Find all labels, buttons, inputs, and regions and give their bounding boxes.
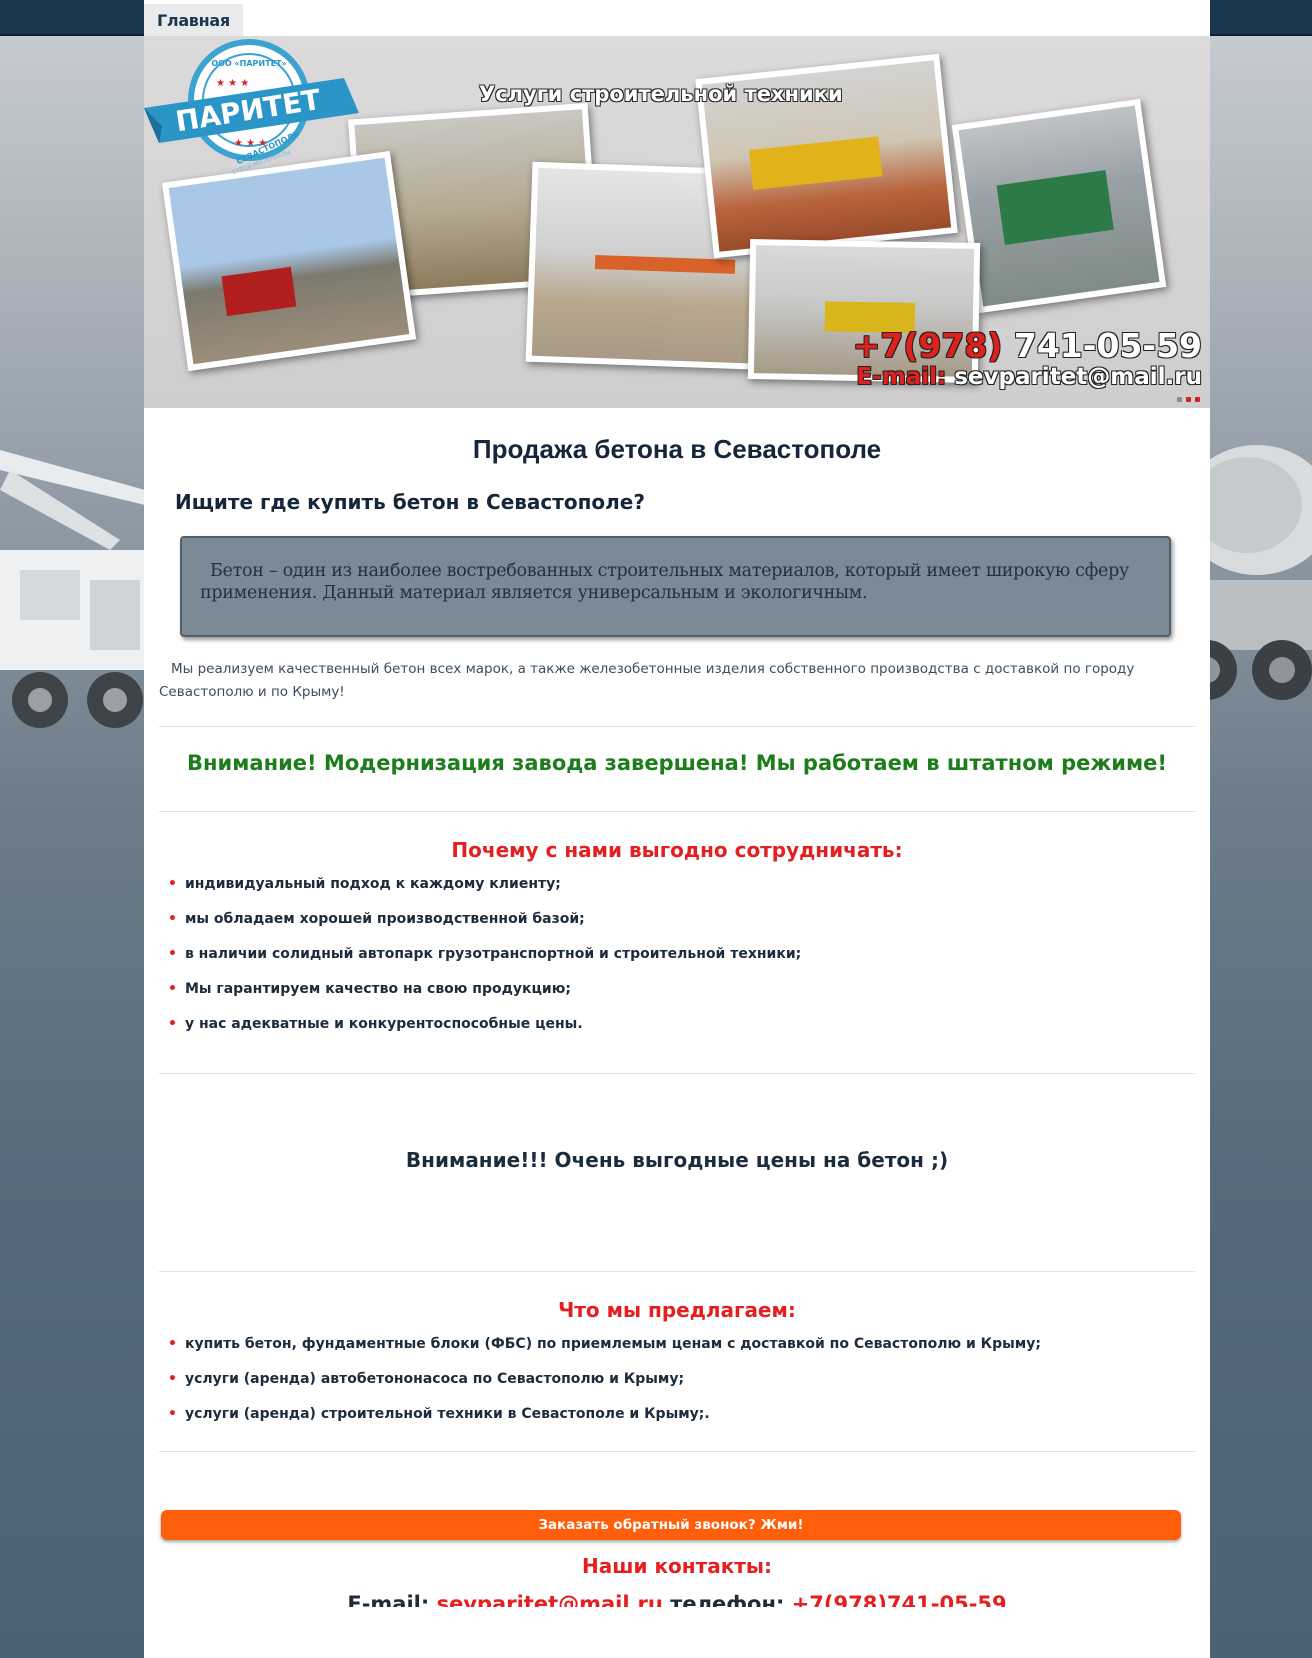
- contacts-phone-link[interactable]: +7(978)741-05-59: [792, 1592, 1007, 1607]
- slider-dot[interactable]: [1177, 397, 1182, 402]
- bullet-icon: •: [168, 875, 177, 892]
- list-item: • мы обладаем хорошей производственной ба…: [168, 910, 585, 927]
- bullet-icon: •: [168, 1335, 177, 1352]
- quote-box: Бетон – один из наиболее востребованных …: [180, 536, 1171, 637]
- offer-list: • купить бетон, фундаментные блоки (ФБС) …: [168, 1326, 1041, 1431]
- divider: [159, 1271, 1195, 1272]
- list-item: • в наличии солидный автопарк грузотрансп…: [168, 945, 802, 962]
- main-menu: Главная О нас Новости Продукция и услуги…: [144, 4, 1210, 36]
- list-item: • Мы гарантируем качество на свою продукц…: [168, 980, 571, 997]
- callback-button[interactable]: Заказать обратный звонок? Жми!: [161, 1510, 1181, 1540]
- slider-dots: [1177, 397, 1200, 402]
- menu-item-home[interactable]: Главная: [144, 4, 243, 36]
- slider-dot-active[interactable]: [1195, 397, 1200, 402]
- why-title: Почему с нами выгодно сотрудничать:: [451, 838, 903, 862]
- paritet-logo: ПАРИТЕТ ООО «ПАРИТЕТ» СЕВАСТОПОЛЬ СТРОЙ-…: [144, 39, 359, 176]
- banner-slogan: Услуги строительной техники: [479, 82, 843, 106]
- intro-paragraph: Мы реализуем качественный бетон всех мар…: [159, 661, 1135, 700]
- quote-text: Бетон – один из наиболее востребованных …: [200, 561, 1129, 603]
- list-item: • услуги (аренда) автобетононасоса по Сев…: [168, 1370, 685, 1387]
- banner-email-label: E-mail:: [856, 364, 947, 390]
- list-item: • у нас адекватные и конкурентоспособные …: [168, 1015, 583, 1032]
- offer-title: Что мы предлагаем:: [558, 1298, 796, 1322]
- divider: [159, 1451, 1195, 1452]
- divider: [159, 1073, 1195, 1074]
- concrete-pump-truck-image: [0, 430, 145, 790]
- notice-modernization: Внимание! Модернизация завода завершена!…: [187, 751, 1167, 775]
- banner-phone-number: 741-05-59: [1013, 326, 1202, 365]
- divider: [159, 811, 1195, 812]
- contacts-title: Наши контакты:: [582, 1554, 772, 1578]
- section-subtitle: Ищите где купить бетон в Севастополе?: [175, 490, 645, 514]
- divider: [159, 726, 1195, 727]
- header-banner: ПАРИТЕТ ООО «ПАРИТЕТ» СЕВАСТОПОЛЬ СТРОЙ-…: [144, 36, 1210, 408]
- banner-phone-code: +7(978): [852, 326, 1003, 365]
- menu-item-order-online[interactable]: Заказать online: [739, 4, 905, 36]
- logo-ring-top-text: ООО «ПАРИТЕТ»: [211, 59, 286, 68]
- contacts-line: E-mail: sevparitet@mail.ru телефон: +7(9…: [144, 1590, 1210, 1607]
- bullet-icon: •: [168, 945, 177, 962]
- why-list: • индивидуальный подход к каждому клиенту…: [168, 866, 801, 1041]
- list-item: • индивидуальный подход к каждому клиенту…: [168, 875, 561, 892]
- banner-photo-green-truck: [951, 98, 1167, 314]
- page-container: Главная О нас Новости Продукция и услуги…: [144, 0, 1210, 1658]
- promo-banner: Внимание!!! Очень выгодные цены на бетон…: [405, 1148, 949, 1172]
- contacts-email-label: E-mail:: [347, 1592, 430, 1607]
- menu-item-useful-info[interactable]: Полезная информация: [905, 4, 1137, 36]
- bullet-icon: •: [168, 1015, 177, 1032]
- list-item: • купить бетон, фундаментные блоки (ФБС) …: [168, 1335, 1041, 1352]
- menu-item-contacts[interactable]: Контакты: [625, 4, 738, 36]
- contacts-email-link[interactable]: sevparitet@mail.ru: [437, 1592, 663, 1607]
- star-icon: ★ ★ ★: [216, 78, 249, 89]
- banner-email-value: sevparitet@mail.ru: [954, 364, 1202, 390]
- banner-email: E-mail: sevparitet@mail.ru: [856, 364, 1202, 390]
- menu-item-products[interactable]: Продукция и услуги: [417, 4, 625, 36]
- page-title: Продажа бетона в Севастополе: [472, 434, 882, 464]
- menu-item-news[interactable]: Новости: [318, 4, 417, 36]
- slider-dot-active[interactable]: [1186, 397, 1191, 402]
- list-item: • услуги (аренда) строительной техники в …: [168, 1405, 710, 1422]
- bullet-icon: •: [168, 980, 177, 997]
- contacts-phone-label: телефон:: [670, 1592, 785, 1607]
- bullet-icon: •: [168, 1405, 177, 1422]
- star-icon: ★ ★ ★: [234, 138, 267, 149]
- bullet-icon: •: [168, 910, 177, 927]
- menu-item-about[interactable]: О нас: [243, 4, 318, 36]
- banner-phone: +7(978) 741-05-59: [853, 326, 1202, 365]
- bullet-icon: •: [168, 1370, 177, 1387]
